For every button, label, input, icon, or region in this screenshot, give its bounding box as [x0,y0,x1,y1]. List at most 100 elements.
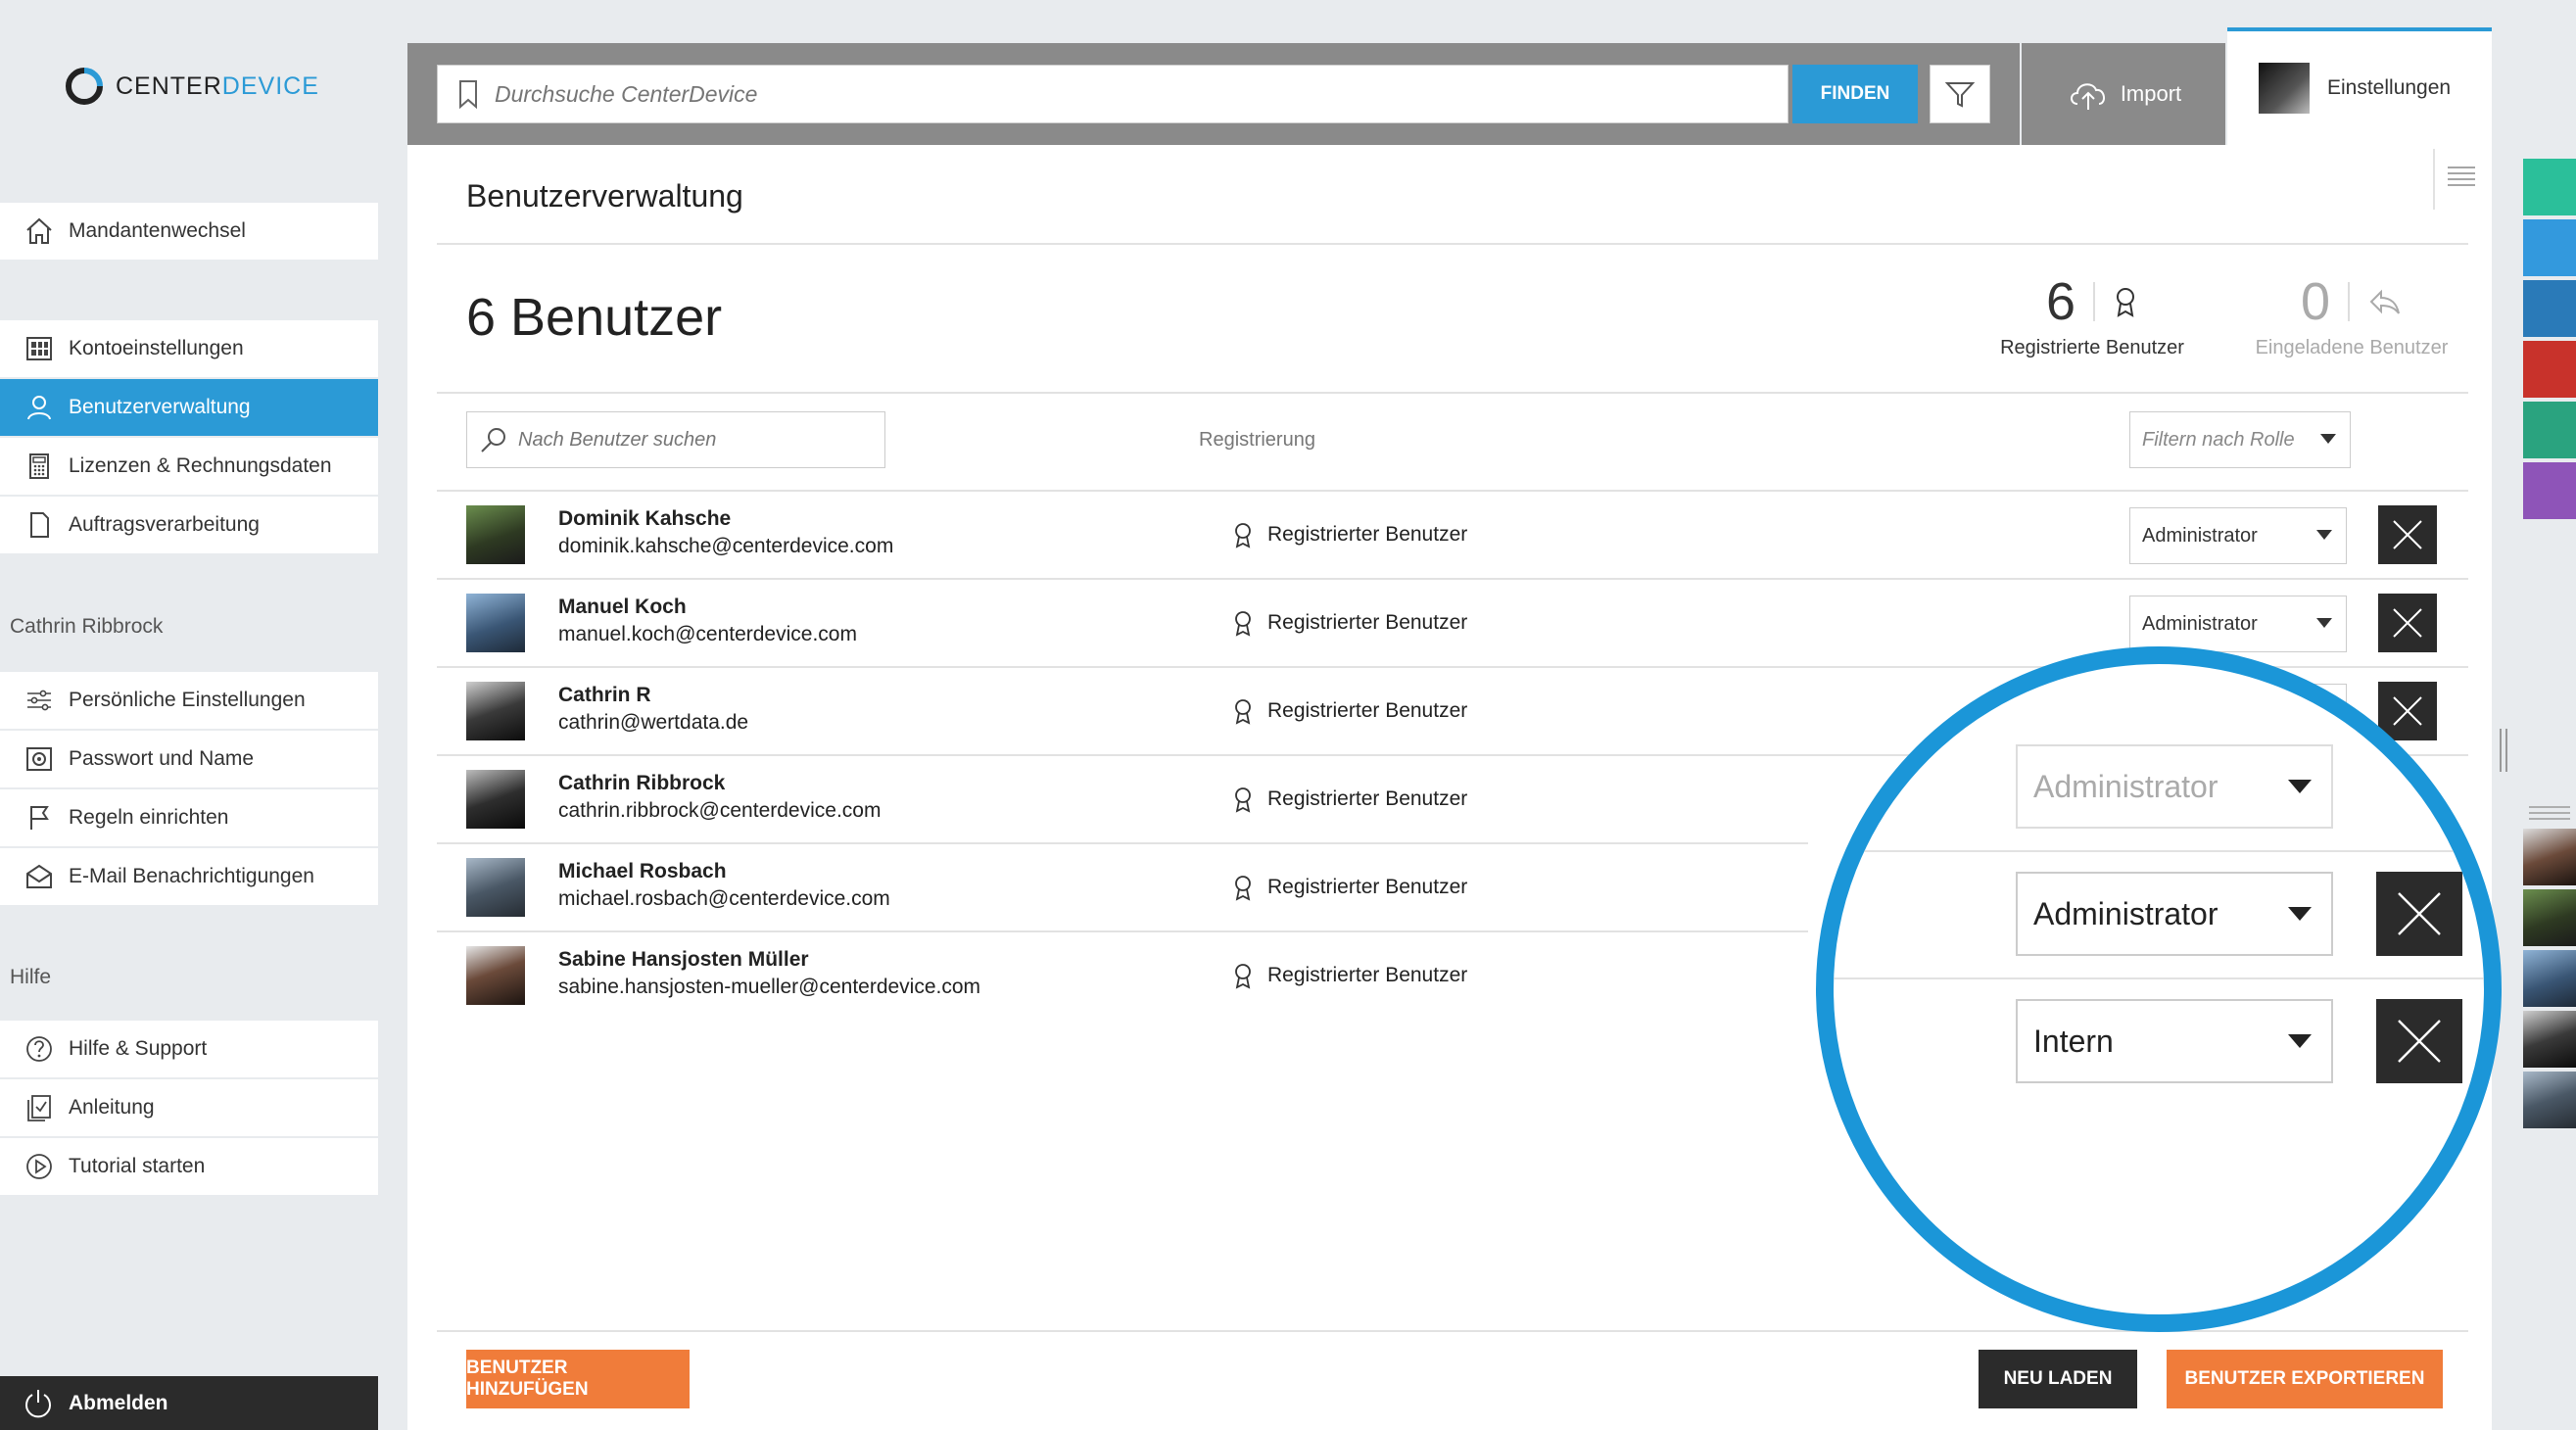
delete-user-button-zoom[interactable] [2376,999,2462,1083]
avatar [466,770,525,829]
sidebar-section-user: Cathrin Ribbrock [10,615,164,638]
reload-button[interactable]: NEU LADEN [1979,1350,2137,1408]
sidebar-item-persoenliche-einstellungen[interactable]: Persönliche Einstellungen [0,672,378,729]
sidebar-item-anleitung[interactable]: Anleitung [0,1079,378,1136]
drag-handle-icon[interactable] [2527,803,2572,823]
menu-icon[interactable] [2445,161,2478,194]
user-search-field[interactable] [466,411,885,468]
import-button[interactable]: Import [2022,43,2225,145]
member-avatar[interactable] [2523,829,2576,885]
grid-icon [22,331,57,366]
member-avatar[interactable] [2523,1011,2576,1068]
logo-ring-icon [66,68,103,105]
logo-text: CENTERDEVICE [116,72,319,100]
sidebar-item-hilfe-support[interactable]: Hilfe & Support [0,1021,378,1077]
sidebar-item-tutorial[interactable]: Tutorial starten [0,1138,378,1195]
sidebar-item-label: Lizenzen & Rechnungsdaten [69,454,332,477]
sidebar-item-label: Persönliche Einstellungen [69,689,306,711]
user-name: Manuel Koch [558,596,687,618]
avatar [466,946,525,1005]
color-tag-teal[interactable] [2523,159,2576,215]
delete-user-button-zoom[interactable] [2376,872,2462,956]
add-users-button[interactable]: BENUTZER HINZUFÜGEN [466,1350,690,1408]
settings-label: Einstellungen [2327,76,2452,99]
role-select-zoom[interactable]: Administrator [2016,744,2333,829]
role-select[interactable]: Administrator [2129,596,2347,652]
close-icon [2393,696,2422,726]
sidebar-item-lizenzen[interactable]: Lizenzen & Rechnungsdaten [0,438,378,495]
sidebar-item-label: E-Mail Benachrichtigungen [69,865,314,887]
logout-button[interactable]: Abmelden [0,1376,378,1430]
avatar [466,594,525,652]
sidebar-item-kontoeinstellungen[interactable]: Kontoeinstellungen [0,320,378,377]
global-search-field[interactable] [437,65,1789,123]
avatar [466,505,525,564]
user-email: dominik.kahsche@centerdevice.com [558,535,894,557]
chevron-down-icon [2288,907,2312,921]
divider [2093,282,2096,321]
user-name: Cathrin Ribbrock [558,772,726,794]
import-label: Import [2120,81,2182,106]
user-count-heading: 6 Benutzer [466,288,723,347]
sidebar-item-mandantenwechsel[interactable]: Mandantenwechsel [0,203,378,260]
role-label: Administrator [2033,768,2218,804]
table-row[interactable]: Dominik Kahsche dominik.kahsche@centerde… [437,492,2468,580]
avatar [2259,63,2310,114]
role-select-zoom[interactable]: Intern [2016,999,2333,1083]
export-users-button[interactable]: BENUTZER EXPORTIEREN [2167,1350,2443,1408]
registration-status-label: Registrierter Benutzer [1267,876,1468,898]
user-name: Cathrin R [558,684,651,706]
registration-status-label: Registrierter Benutzer [1267,787,1468,810]
sliders-icon [22,683,57,718]
user-search-input[interactable] [516,427,873,453]
calculator-icon [22,449,57,484]
award-icon [2117,288,2135,317]
delete-user-button[interactable] [2378,682,2437,740]
sidebar-item-label: Mandantenwechsel [69,219,246,242]
color-tag-purple[interactable] [2523,462,2576,519]
filter-icon [1944,82,1976,108]
logout-label: Abmelden [69,1391,168,1414]
delete-user-button[interactable] [2378,594,2437,652]
sidebar-item-passwort[interactable]: Passwort und Name [0,731,378,787]
divider [2348,282,2351,321]
registration-status: Registrierter Benutzer [1232,786,1467,813]
color-tag-red[interactable] [2523,341,2576,398]
color-tag-blue[interactable] [2523,219,2576,276]
role-select[interactable]: Administrator [2129,507,2347,564]
settings-tab[interactable]: Einstellungen [2227,27,2492,145]
color-tag-dark-blue[interactable] [2523,280,2576,337]
bookmark-icon[interactable] [455,78,481,110]
column-header-registration: Registrierung [1199,429,1315,451]
question-icon [22,1031,57,1067]
role-select-zoom[interactable]: Administrator [2016,872,2333,956]
user-email: manuel.koch@centerdevice.com [558,623,857,645]
sidebar-section-help: Hilfe [10,966,52,988]
sidebar-item-regeln[interactable]: Regeln einrichten [0,789,378,846]
member-avatar[interactable] [2523,889,2576,946]
sidebar-item-benutzerverwaltung[interactable]: Benutzerverwaltung [0,379,378,436]
chevron-down-icon [2288,780,2312,793]
member-avatar[interactable] [2523,1072,2576,1128]
sidebar-item-email-benachrichtigungen[interactable]: E-Mail Benachrichtigungen [0,848,378,905]
global-search-input[interactable] [493,79,1476,109]
find-button[interactable]: FINDEN [1792,65,1918,123]
role-filter-select[interactable]: Filtern nach Rolle [2129,411,2351,468]
award-icon [1235,964,1251,989]
delete-user-button[interactable] [2378,505,2437,564]
filter-button[interactable] [1930,65,1990,123]
chevron-down-icon [2316,618,2332,628]
sidebar-item-auftragsverarbeitung[interactable]: Auftragsverarbeitung [0,497,378,553]
member-avatar[interactable] [2523,950,2576,1007]
award-icon [1235,699,1251,725]
user-email: cathrin.ribbrock@centerdevice.com [558,799,882,822]
registration-status: Registrierter Benutzer [1232,609,1467,637]
avatar [466,682,525,740]
resize-handle[interactable] [2500,729,2507,772]
color-tag-green[interactable] [2523,402,2576,458]
close-icon [2398,1020,2441,1063]
divider [437,392,2468,394]
user-email: cathrin@wertdata.de [558,711,749,734]
centerdevice-logo[interactable]: CENTERDEVICE [65,65,319,108]
mail-icon [22,859,57,894]
